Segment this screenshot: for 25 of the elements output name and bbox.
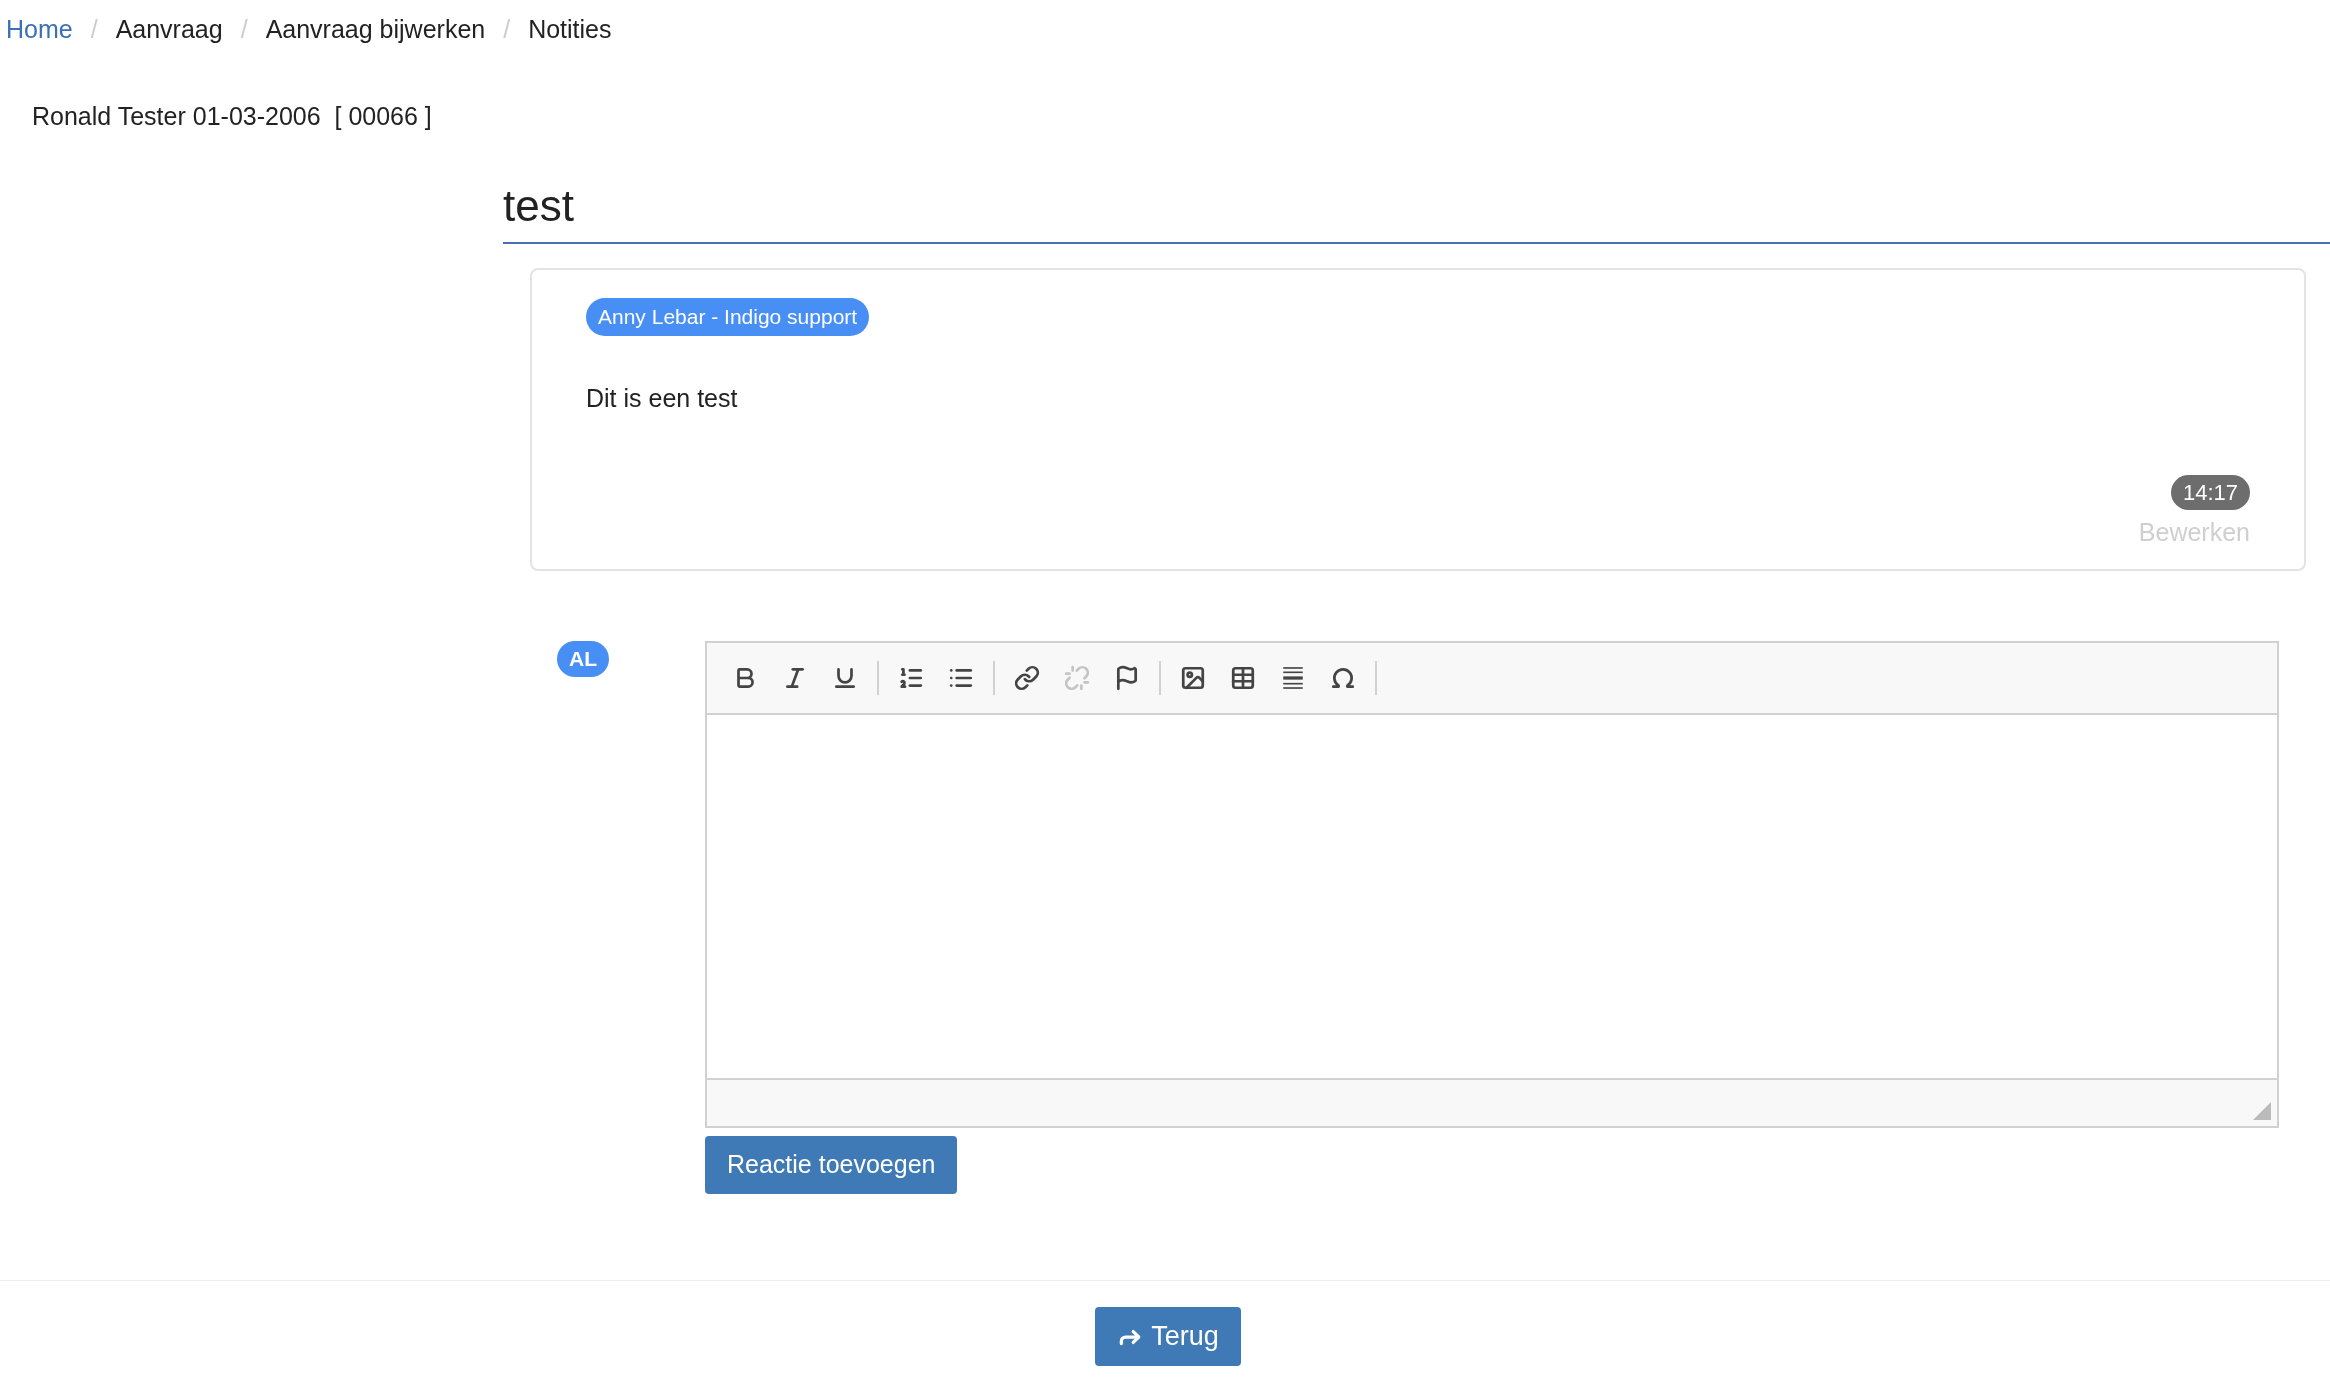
initials-badge: AL [557,641,609,677]
image-icon [1180,665,1206,691]
breadcrumb-item[interactable]: Home [6,11,73,49]
page-title: test [503,180,575,232]
author-badge: Anny Lebar - Indigo support [586,298,870,336]
breadcrumb-item: Aanvraag bijwerken [265,14,486,46]
note-text: Dit is een test [586,382,739,414]
patient-info: Ronald Tester 01-03-2006 [ 00066 ] [32,102,432,130]
omega-icon [1330,665,1356,691]
breadcrumb-item: Notities [528,14,612,46]
underline-icon [832,665,858,691]
add-reply-button[interactable]: Reactie toevoegen [705,1136,958,1194]
link-icon [1014,665,1040,691]
numbered-list-icon [898,665,924,691]
back-button[interactable]: Terug [1095,1307,1241,1366]
breadcrumb-separator: / [239,14,249,46]
breadcrumb-item: Aanvraag [115,14,223,46]
unlink-icon [1064,665,1090,691]
horizontal-line-icon [1280,665,1306,691]
flag-icon [1114,665,1140,691]
breadcrumb-separator: / [89,14,99,46]
resize-handle-icon[interactable] [2253,1102,2271,1120]
breadcrumb-separator: / [502,14,512,46]
table-icon [1230,665,1256,691]
time-badge: 14:17 [2170,474,2250,510]
